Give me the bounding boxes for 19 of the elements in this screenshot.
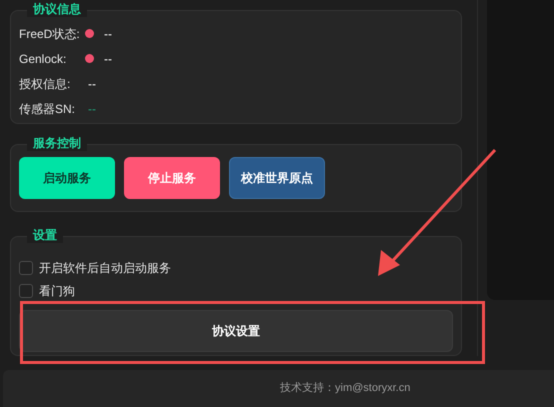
field-label: Genlock:: [19, 50, 68, 68]
action-button[interactable]: 校准世界原点: [229, 157, 325, 199]
protocol-settings-button[interactable]: 协议设置: [19, 310, 453, 352]
field-value: --: [88, 100, 96, 118]
field-label: 传感器SN:: [19, 100, 76, 118]
checkbox[interactable]: [19, 284, 33, 298]
field-value: --: [88, 76, 96, 92]
field-value: --: [104, 26, 112, 42]
action-button[interactable]: 启动服务: [19, 157, 115, 199]
group-title: 服务控制: [27, 135, 87, 151]
checkbox-label: 看门狗: [39, 282, 75, 300]
checkbox[interactable]: [19, 260, 33, 274]
checkbox-label: 开启软件后自动启动服务: [39, 260, 171, 276]
field-label: 授权信息:: [19, 76, 72, 92]
group-title: 设置: [27, 227, 63, 243]
field-label: FreeD状态:: [19, 26, 81, 42]
field-value: --: [104, 50, 112, 68]
footer-text: 技术支持：yim@storyxr.cn: [280, 381, 410, 396]
group-title: 协议信息: [27, 1, 87, 17]
